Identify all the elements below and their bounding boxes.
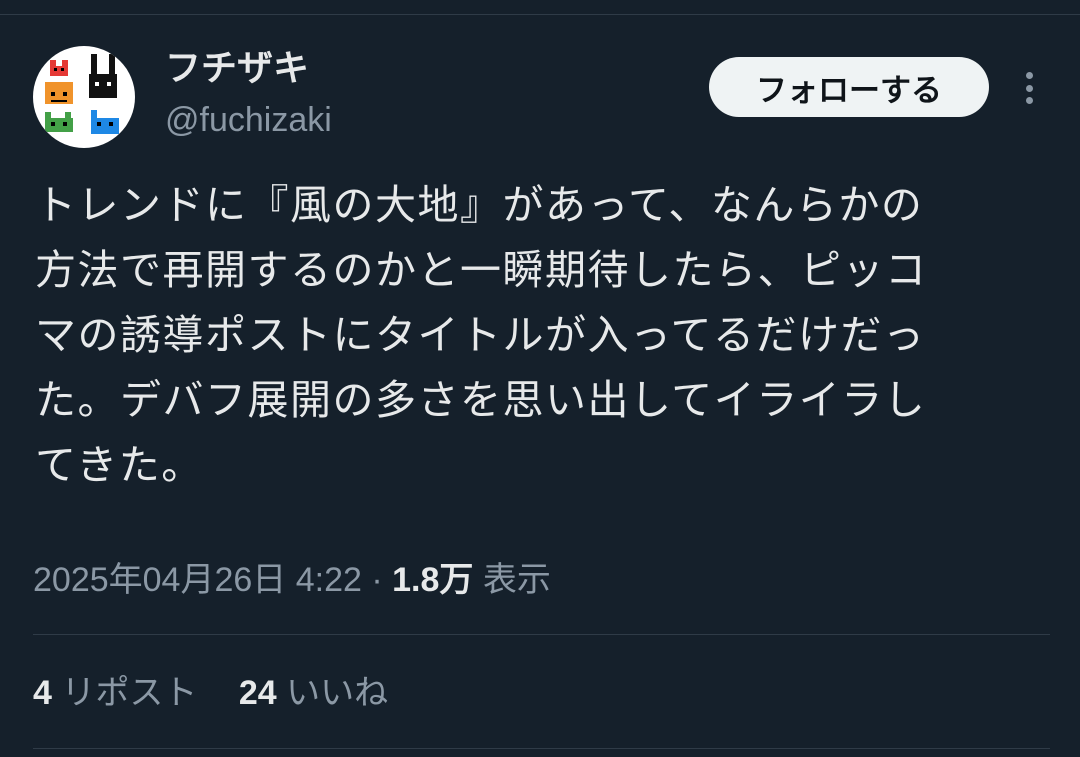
pixel-characters-avatar-icon bbox=[45, 54, 119, 134]
reposts-label: リポスト bbox=[61, 674, 198, 712]
more-dot bbox=[1025, 97, 1033, 104]
stats-divider-top bbox=[33, 634, 1050, 635]
views-label: 表示 bbox=[482, 561, 551, 599]
tweet-text-line: マの誘導ポストにタイトルが入ってるだけだっ bbox=[35, 311, 926, 359]
likes-count: 24 bbox=[238, 674, 277, 712]
likes-stat[interactable]: 24 いいね bbox=[239, 668, 388, 718]
views-count: 1.8万 bbox=[392, 561, 474, 599]
more-vertical-icon[interactable] bbox=[1015, 68, 1043, 108]
tweet-meta: 2025年04月26日 4:22 · 1.8万 表示 bbox=[33, 555, 551, 605]
tweet-card: フチザキ @fuchizaki フォローする トレンドに『風の大地』があって、な… bbox=[0, 0, 1080, 757]
likes-label: いいね bbox=[286, 674, 389, 712]
more-dot bbox=[1025, 84, 1033, 92]
avatar[interactable] bbox=[33, 46, 135, 148]
tweet-text-line: た。デバフ展開の多さを思い出してイライラし bbox=[35, 376, 927, 424]
follow-button[interactable]: フォローする bbox=[709, 57, 989, 117]
tweet-text-line: 方法で再開するのかと一瞬期待したら、ピッコ bbox=[35, 246, 928, 294]
tweet-stats: 4 リポスト 24 いいね bbox=[33, 668, 388, 718]
more-dot bbox=[1025, 72, 1033, 79]
display-name[interactable]: フチザキ bbox=[165, 46, 309, 92]
meta-separator: · bbox=[371, 561, 383, 599]
stats-divider-bottom bbox=[33, 748, 1050, 749]
reposts-count: 4 bbox=[33, 674, 52, 712]
user-handle[interactable]: @fuchizaki bbox=[165, 98, 332, 142]
tweet-text: トレンドに『風の大地』があって、なんらかの 方法で再開するのかと一瞬期待したら、… bbox=[35, 173, 1047, 498]
tweet-text-line: てきた。 bbox=[35, 441, 204, 489]
reposts-stat[interactable]: 4 リポスト bbox=[33, 668, 197, 718]
tweet-text-line: トレンドに『風の大地』があって、なんらかの bbox=[35, 181, 924, 229]
timestamp[interactable]: 2025年04月26日 4:22 bbox=[33, 561, 362, 599]
